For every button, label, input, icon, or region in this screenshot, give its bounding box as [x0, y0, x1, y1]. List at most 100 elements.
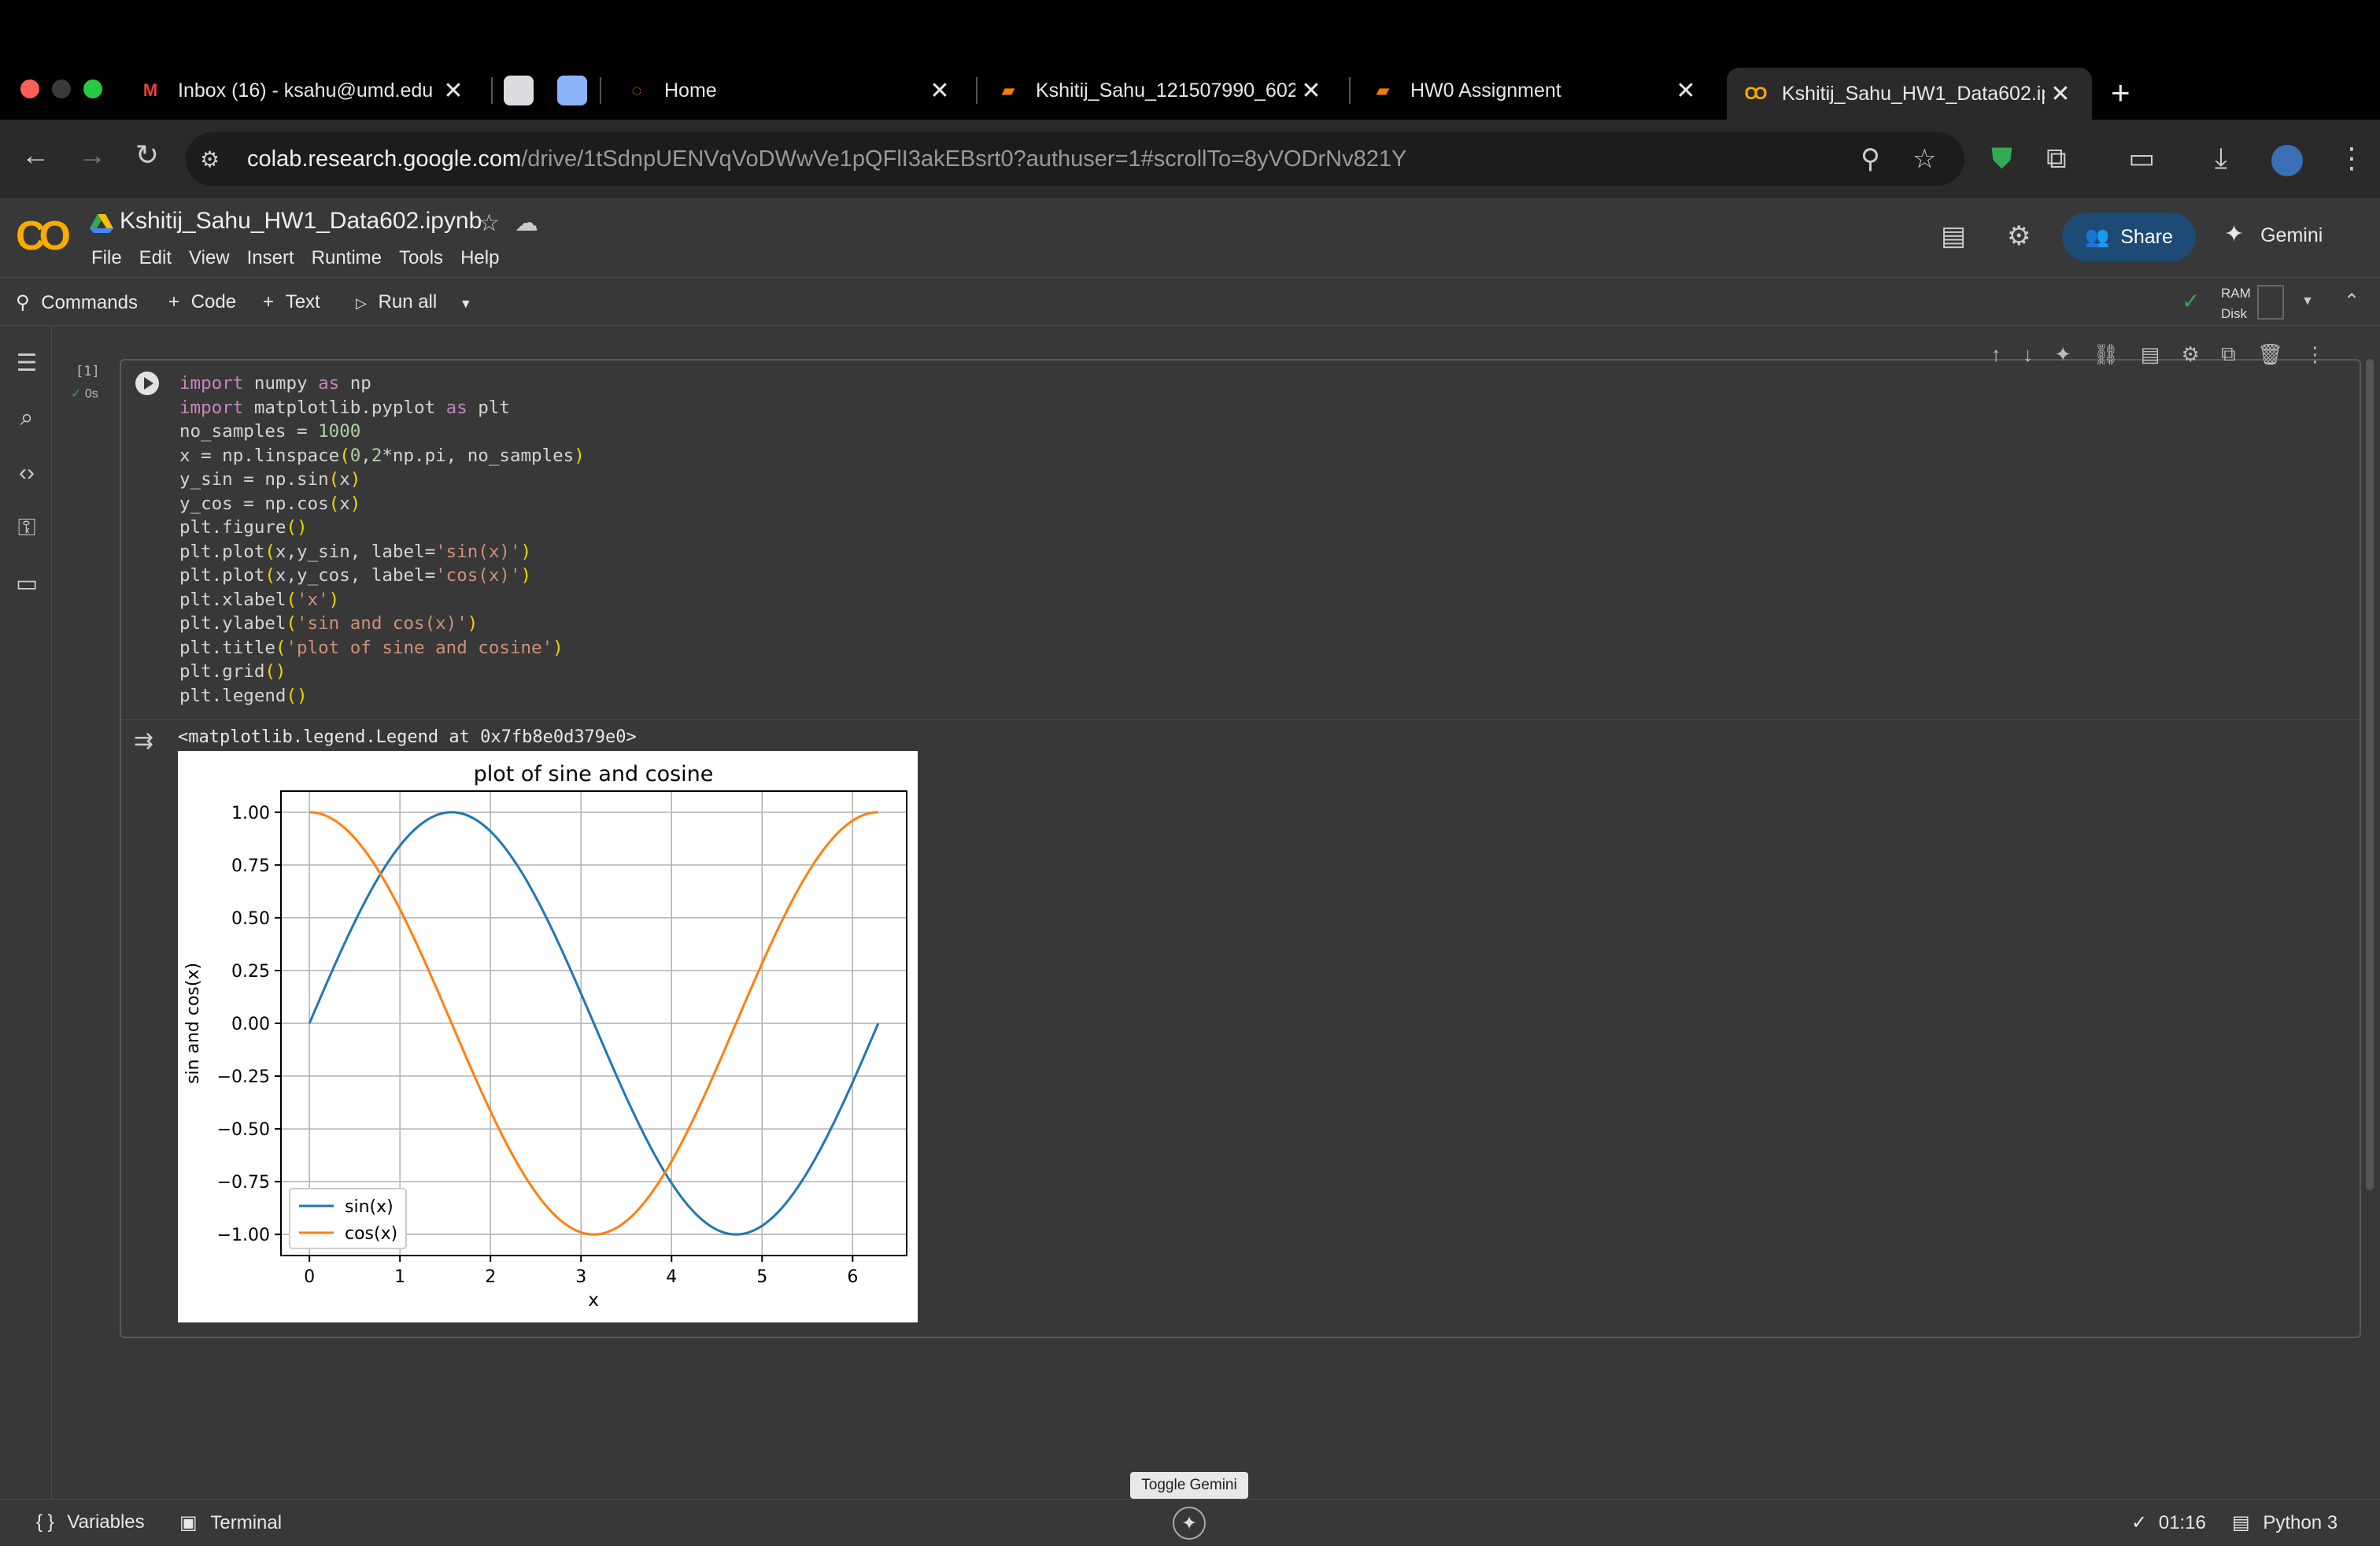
- toggle-gemini-button[interactable]: ✦: [1173, 1507, 1206, 1540]
- x-tick-label: 4: [666, 1267, 677, 1287]
- toggle-gemini-tooltip: Toggle Gemini: [1130, 1472, 1248, 1499]
- minimize-window-button[interactable]: [52, 80, 71, 98]
- link-icon[interactable]: ⛓: [2093, 342, 2119, 367]
- gemini-button[interactable]: ✦ Gemini: [2224, 220, 2323, 248]
- loading-icon: ◌: [631, 80, 642, 100]
- sparkle-icon: ✦: [1181, 1512, 1198, 1534]
- reload-icon[interactable]: ↻: [128, 139, 167, 172]
- run-all-button[interactable]: ▷ Run all ▼: [356, 291, 472, 313]
- zoom-icon[interactable]: ⚲: [1861, 143, 1880, 175]
- runtime-type[interactable]: ▤ Python 3: [2232, 1511, 2338, 1534]
- menu-bar: File Edit View Insert Runtime Tools Help: [91, 247, 516, 269]
- execution-time: ✓ 0s: [71, 387, 98, 401]
- more-vert-icon[interactable]: ⋮: [2304, 342, 2325, 367]
- sparkle-icon: ✦: [2224, 221, 2245, 247]
- move-up-icon[interactable]: ↑: [1991, 342, 2001, 367]
- x-tick-label: 3: [575, 1267, 586, 1287]
- y-axis-label: sin and cos(x): [183, 963, 203, 1084]
- settings-gear-icon[interactable]: ⚙: [2182, 342, 2200, 367]
- profile-avatar[interactable]: [2271, 145, 2303, 176]
- menu-insert[interactable]: Insert: [247, 247, 294, 269]
- y-tick-label: −0.75: [217, 1173, 270, 1193]
- share-button[interactable]: 👥 Share: [2062, 213, 2196, 261]
- delete-icon[interactable]: 🗑: [2257, 342, 2283, 367]
- gemini-sparkle-icon[interactable]: ✦: [2054, 342, 2071, 367]
- connected-check-icon: ✓: [2182, 289, 2201, 313]
- extensions-icon[interactable]: ⧉: [2046, 142, 2067, 176]
- cell-toolbar: ↑ ↓ ✦ ⛓ ▤ ⚙ ⧉ 🗑 ⋮: [1980, 337, 2336, 372]
- browser-tab-gmail[interactable]: M Inbox (16) - ksahu@umd.edu ✕: [123, 68, 485, 113]
- y-tick-label: 0.00: [231, 1015, 270, 1034]
- plot-output: 0 1 2 3 4 5 6 1.00 0.75 0.50 0.25 0.00 −0.25 −0.50 −0…: [178, 751, 918, 1322]
- execution-status[interactable]: ✓ 01:16: [2131, 1511, 2206, 1534]
- comment-icon[interactable]: ▤: [1941, 220, 1966, 252]
- browser-tab-home[interactable]: ◌ Home ✕: [609, 68, 971, 113]
- run-cell-button[interactable]: [135, 372, 159, 395]
- settings-gear-icon[interactable]: ⚙: [2007, 220, 2031, 252]
- comment-icon[interactable]: ▤: [2141, 342, 2160, 367]
- bookmark-star-icon[interactable]: ☆: [1913, 143, 1936, 175]
- add-code-button[interactable]: + Code: [168, 291, 236, 313]
- close-tab-icon[interactable]: ✕: [924, 77, 955, 105]
- shield-extension-icon[interactable]: ⛊: [1991, 142, 2012, 176]
- menu-runtime[interactable]: Runtime: [312, 247, 382, 269]
- table-of-contents-icon[interactable]: ☰: [11, 350, 42, 377]
- terminal-icon: ▣: [179, 1512, 198, 1533]
- close-window-button[interactable]: [20, 80, 39, 98]
- braces-icon: { }: [36, 1511, 54, 1533]
- output-divider: [121, 719, 2360, 720]
- address-bar[interactable]: colab.research.google.com/drive/1tSdnpUE…: [186, 132, 1964, 186]
- output-actions-icon[interactable]: ⇉: [134, 727, 153, 755]
- tab-group-icon[interactable]: [557, 76, 587, 105]
- variables-button[interactable]: { } Variables: [36, 1511, 145, 1533]
- chevron-down-icon[interactable]: ▼: [2301, 294, 2314, 309]
- forward-icon[interactable]: →: [72, 139, 112, 172]
- menu-file[interactable]: File: [91, 247, 122, 269]
- download-icon[interactable]: ⤓: [2215, 142, 2227, 176]
- server-icon: ▤: [2232, 1512, 2250, 1533]
- menu-help[interactable]: Help: [460, 247, 499, 269]
- add-text-button[interactable]: + Text: [263, 291, 320, 313]
- code-editor[interactable]: import numpy as np import matplotlib.pyp…: [179, 372, 585, 708]
- colab-logo[interactable]: CO: [16, 213, 71, 260]
- collapse-chevron-up-icon[interactable]: ⌃: [2344, 290, 2360, 313]
- chevron-down-icon[interactable]: ▼: [460, 298, 472, 311]
- maximize-window-button[interactable]: [83, 80, 102, 98]
- new-tab-icon[interactable]: +: [2111, 74, 2131, 112]
- terminal-button[interactable]: ▣ Terminal: [179, 1511, 282, 1534]
- more-menu-icon[interactable]: ⋮: [2338, 142, 2366, 175]
- x-tick-label: 5: [756, 1267, 767, 1287]
- y-tick-label: −0.50: [217, 1120, 270, 1140]
- chart-title: plot of sine and cosine: [474, 762, 714, 786]
- notebook-title[interactable]: Kshitij_Sahu_HW1_Data602.ipynb: [120, 208, 482, 235]
- code-snippets-icon[interactable]: ‹›: [11, 460, 42, 486]
- sine-cosine-chart: 0 1 2 3 4 5 6 1.00 0.75 0.50 0.25 0.00 −0.25 −0.50 −0…: [183, 762, 907, 1311]
- menu-tools[interactable]: Tools: [399, 247, 443, 269]
- browser-tab-kshitij-602[interactable]: ▰ Kshitij_Sahu_121507990_602 ✕: [981, 68, 1343, 113]
- cast-icon[interactable]: ▭: [2128, 142, 2155, 175]
- move-down-icon[interactable]: ↓: [2023, 342, 2033, 367]
- scrollbar[interactable]: [2366, 359, 2374, 1190]
- close-tab-icon[interactable]: ✕: [1670, 77, 1702, 105]
- browser-tab-colab-active[interactable]: CO Kshitij_Sahu_HW1_Data602.ip ✕: [1727, 68, 2092, 120]
- resource-indicator[interactable]: RAM Disk: [2221, 283, 2251, 324]
- commands-button[interactable]: ⚲ Commands: [16, 291, 138, 314]
- tab-group-icon[interactable]: [504, 76, 534, 105]
- secrets-key-icon[interactable]: ⚿: [11, 515, 42, 542]
- close-tab-icon[interactable]: ✕: [438, 77, 469, 105]
- files-folder-icon[interactable]: ▭: [11, 570, 42, 597]
- gmail-icon: M: [142, 80, 158, 100]
- star-icon[interactable]: ☆: [479, 209, 500, 237]
- browser-tab-hw0[interactable]: ▰ HW0 Assignment ✕: [1355, 68, 1717, 113]
- mirror-cell-icon[interactable]: ⧉: [2221, 342, 2236, 367]
- menu-view[interactable]: View: [189, 247, 230, 269]
- back-icon[interactable]: ←: [16, 139, 55, 172]
- menu-edit[interactable]: Edit: [139, 247, 172, 269]
- close-tab-icon[interactable]: ✕: [2045, 80, 2076, 108]
- site-settings-icon[interactable]: ⚙: [200, 146, 220, 172]
- close-tab-icon[interactable]: ✕: [1295, 77, 1327, 105]
- y-axis-ticks: 1.00 0.75 0.50 0.25 0.00 −0.25 −0.50 −0.75 −1.00: [217, 804, 281, 1245]
- y-tick-label: 0.50: [231, 909, 270, 929]
- y-tick-label: 0.25: [231, 962, 270, 982]
- find-icon[interactable]: ⌕: [11, 405, 42, 431]
